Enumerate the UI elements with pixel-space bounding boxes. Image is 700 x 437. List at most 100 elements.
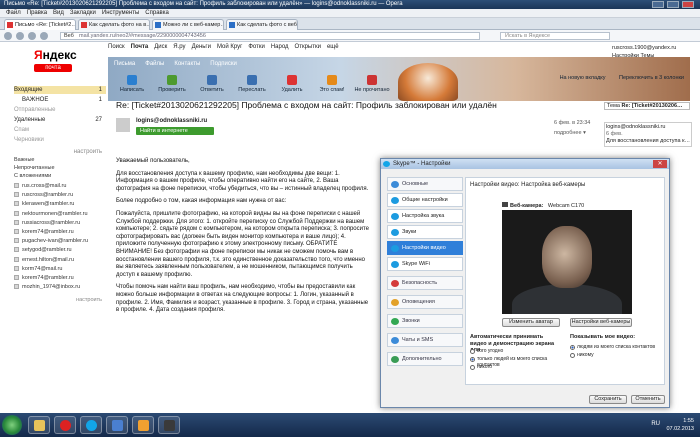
service-link[interactable]: Открытки bbox=[295, 44, 321, 50]
folder-item[interactable]: Удаленные 27 bbox=[14, 116, 106, 124]
service-link[interactable]: ещё bbox=[327, 44, 339, 50]
reload-icon[interactable] bbox=[28, 32, 36, 40]
skype-nav-2[interactable]: Настройка звука bbox=[387, 209, 463, 223]
radio-option[interactable]: никого bbox=[470, 364, 492, 370]
contact-item[interactable]: pugachev-ivan@rambler.ru bbox=[14, 237, 106, 245]
tool-delete[interactable]: Удалить bbox=[274, 75, 310, 93]
skype-nav-10[interactable]: Дополнительно bbox=[387, 352, 463, 366]
maximize-button[interactable] bbox=[667, 1, 679, 8]
change-avatar-button[interactable]: Изменить аватар bbox=[502, 318, 560, 327]
contact-item[interactable]: ernest.hilton@mail.ru bbox=[14, 256, 106, 264]
sender-email[interactable]: logins@odnoklassniki.ru bbox=[136, 118, 207, 124]
contact-item[interactable]: klerawen@rambler.ru bbox=[14, 200, 106, 208]
label-filter[interactable]: С вложениями bbox=[14, 172, 106, 180]
service-link[interactable]: Народ bbox=[271, 44, 289, 50]
taskbar-app[interactable] bbox=[106, 416, 128, 434]
tray-clock[interactable]: 1:55 07.02.2013 bbox=[666, 417, 694, 433]
right-pane-message[interactable]: logins@odnoklassniki.ru 6 фев. Для восст… bbox=[604, 122, 692, 147]
menu-item[interactable]: Правка bbox=[27, 10, 47, 16]
tool-reply[interactable]: Ответить bbox=[194, 75, 230, 93]
details-link[interactable]: подробнее ▾ bbox=[554, 130, 586, 136]
contact-item[interactable]: ruscross@rambler.ru bbox=[14, 191, 106, 199]
contact-item[interactable]: korm74@mail.ru bbox=[14, 265, 106, 273]
service-link[interactable]: Диск bbox=[154, 44, 167, 50]
service-link[interactable]: Мой Круг bbox=[217, 44, 242, 50]
right-pane-tab[interactable]: Тема Re: [Ticket#20130206… bbox=[604, 102, 690, 110]
skype-nav-3[interactable]: Звуки bbox=[387, 225, 463, 239]
skype-nav-8[interactable]: Звонки bbox=[387, 314, 463, 328]
tab-4[interactable]: Как сделать фото с веб… bbox=[226, 19, 298, 30]
radio-option[interactable]: кого угодно bbox=[470, 348, 503, 354]
webcam-settings-button[interactable]: Настройки веб-камеры bbox=[570, 318, 632, 327]
folder-item[interactable]: Отправленные bbox=[14, 106, 106, 114]
start-button[interactable] bbox=[2, 415, 22, 435]
new-tab-link[interactable]: На новую вкладку bbox=[560, 75, 606, 81]
find-in-internet-button[interactable]: Найти в интернете bbox=[136, 127, 214, 135]
service-link[interactable]: Деньги bbox=[192, 44, 211, 50]
skype-nav-6[interactable]: Безопасность bbox=[387, 276, 463, 290]
camera-select[interactable]: Webcam C170 bbox=[548, 203, 584, 209]
taskbar-skype[interactable] bbox=[80, 416, 102, 434]
folder-item[interactable]: ВАЖНОЕ 1 bbox=[14, 96, 106, 104]
tab-2[interactable]: Как сделать фото на в… bbox=[78, 19, 150, 30]
menu-item[interactable]: Файл bbox=[6, 10, 21, 16]
service-link[interactable]: Почта bbox=[131, 44, 149, 50]
forward-icon[interactable] bbox=[16, 32, 24, 40]
menu-item[interactable]: Инструменты bbox=[102, 10, 139, 16]
folder-item[interactable]: Черновики bbox=[14, 136, 106, 144]
contact-item[interactable]: korem74@rambler.ru bbox=[14, 228, 106, 236]
folder-item[interactable]: Спам bbox=[14, 126, 106, 134]
back-icon[interactable] bbox=[4, 32, 12, 40]
cancel-button[interactable]: Отменить bbox=[631, 395, 665, 404]
tool-refresh[interactable]: Проверить bbox=[154, 75, 190, 93]
three-columns-link[interactable]: Переключить в 3 колонки bbox=[619, 75, 684, 81]
radio-option[interactable]: никому bbox=[570, 352, 594, 358]
menu-item[interactable]: Справка bbox=[145, 10, 169, 16]
yandex-logo[interactable]: Яндекс почта bbox=[34, 48, 77, 80]
close-window-button[interactable] bbox=[682, 1, 694, 8]
taskbar-explorer[interactable] bbox=[28, 416, 50, 434]
search-field[interactable]: Искать в Яндексе bbox=[500, 32, 610, 40]
contact-item[interactable]: setygod@rambler.ru bbox=[14, 246, 106, 254]
save-button[interactable]: Сохранить bbox=[589, 395, 627, 404]
mail-tab[interactable]: Контакты bbox=[174, 61, 200, 67]
address-field[interactable]: Веб mail.yandex.ru/neo2/#message/2290000… bbox=[60, 32, 480, 40]
tab-3[interactable]: Можно ли с веб-камер… bbox=[152, 19, 224, 30]
label-filter[interactable]: Важные bbox=[14, 156, 106, 164]
home-icon[interactable] bbox=[40, 32, 48, 40]
mail-tab[interactable]: Файлы bbox=[145, 61, 164, 67]
mail-tab[interactable]: Подписки bbox=[210, 61, 237, 67]
skype-nav-9[interactable]: Чаты и SMS bbox=[387, 333, 463, 347]
taskbar-media[interactable] bbox=[158, 416, 180, 434]
contacts-setup-link[interactable]: настроить bbox=[14, 296, 106, 304]
contact-item[interactable]: rus.cross@mail.ru bbox=[14, 182, 106, 190]
contact-item[interactable]: korem74@rambler.ru bbox=[14, 274, 106, 282]
service-link[interactable]: Поиск bbox=[108, 44, 125, 50]
service-link[interactable]: Фотки bbox=[248, 44, 265, 50]
radio-option[interactable]: людям из моего списка контактов bbox=[570, 344, 655, 350]
contact-item[interactable]: mozhin_1974@inbox.ru bbox=[14, 283, 106, 291]
tray-language[interactable]: RU bbox=[651, 421, 660, 427]
user-email[interactable]: ruscross.1900@yandex.ru bbox=[612, 44, 676, 52]
service-link[interactable]: Я.ру bbox=[173, 44, 185, 50]
menu-item[interactable]: Закладки bbox=[70, 10, 96, 16]
taskbar-paint[interactable] bbox=[132, 416, 154, 434]
skype-nav-1[interactable]: Общие настройки bbox=[387, 193, 463, 207]
contact-item[interactable]: nektourmonen@rambler.ru bbox=[14, 210, 106, 218]
contact-item[interactable]: russiacross@rambler.ru bbox=[14, 219, 106, 227]
tool-spam[interactable]: Это спам! bbox=[314, 75, 350, 93]
mail-tab[interactable]: Письма bbox=[114, 61, 135, 67]
skype-nav-0[interactable]: Основные bbox=[387, 177, 463, 191]
folder-item[interactable]: Входящие 1 bbox=[14, 86, 106, 94]
tab-1[interactable]: Письмо «Re: [Ticket#2… bbox=[4, 19, 76, 30]
tool-forward[interactable]: Переслать bbox=[234, 75, 270, 93]
skype-nav-5[interactable]: Skype WiFi bbox=[387, 257, 463, 271]
tool-unread[interactable]: Не прочитано bbox=[354, 75, 390, 93]
taskbar-opera[interactable] bbox=[54, 416, 76, 434]
skype-nav-4[interactable]: Настройки видео bbox=[387, 241, 463, 255]
minimize-button[interactable] bbox=[652, 1, 664, 8]
tool-compose[interactable]: Написать bbox=[114, 75, 150, 93]
close-icon[interactable]: ✕ bbox=[653, 160, 667, 168]
label-filter[interactable]: Непрочитанные bbox=[14, 164, 106, 172]
folder-setup-link[interactable]: настроить bbox=[14, 148, 106, 156]
